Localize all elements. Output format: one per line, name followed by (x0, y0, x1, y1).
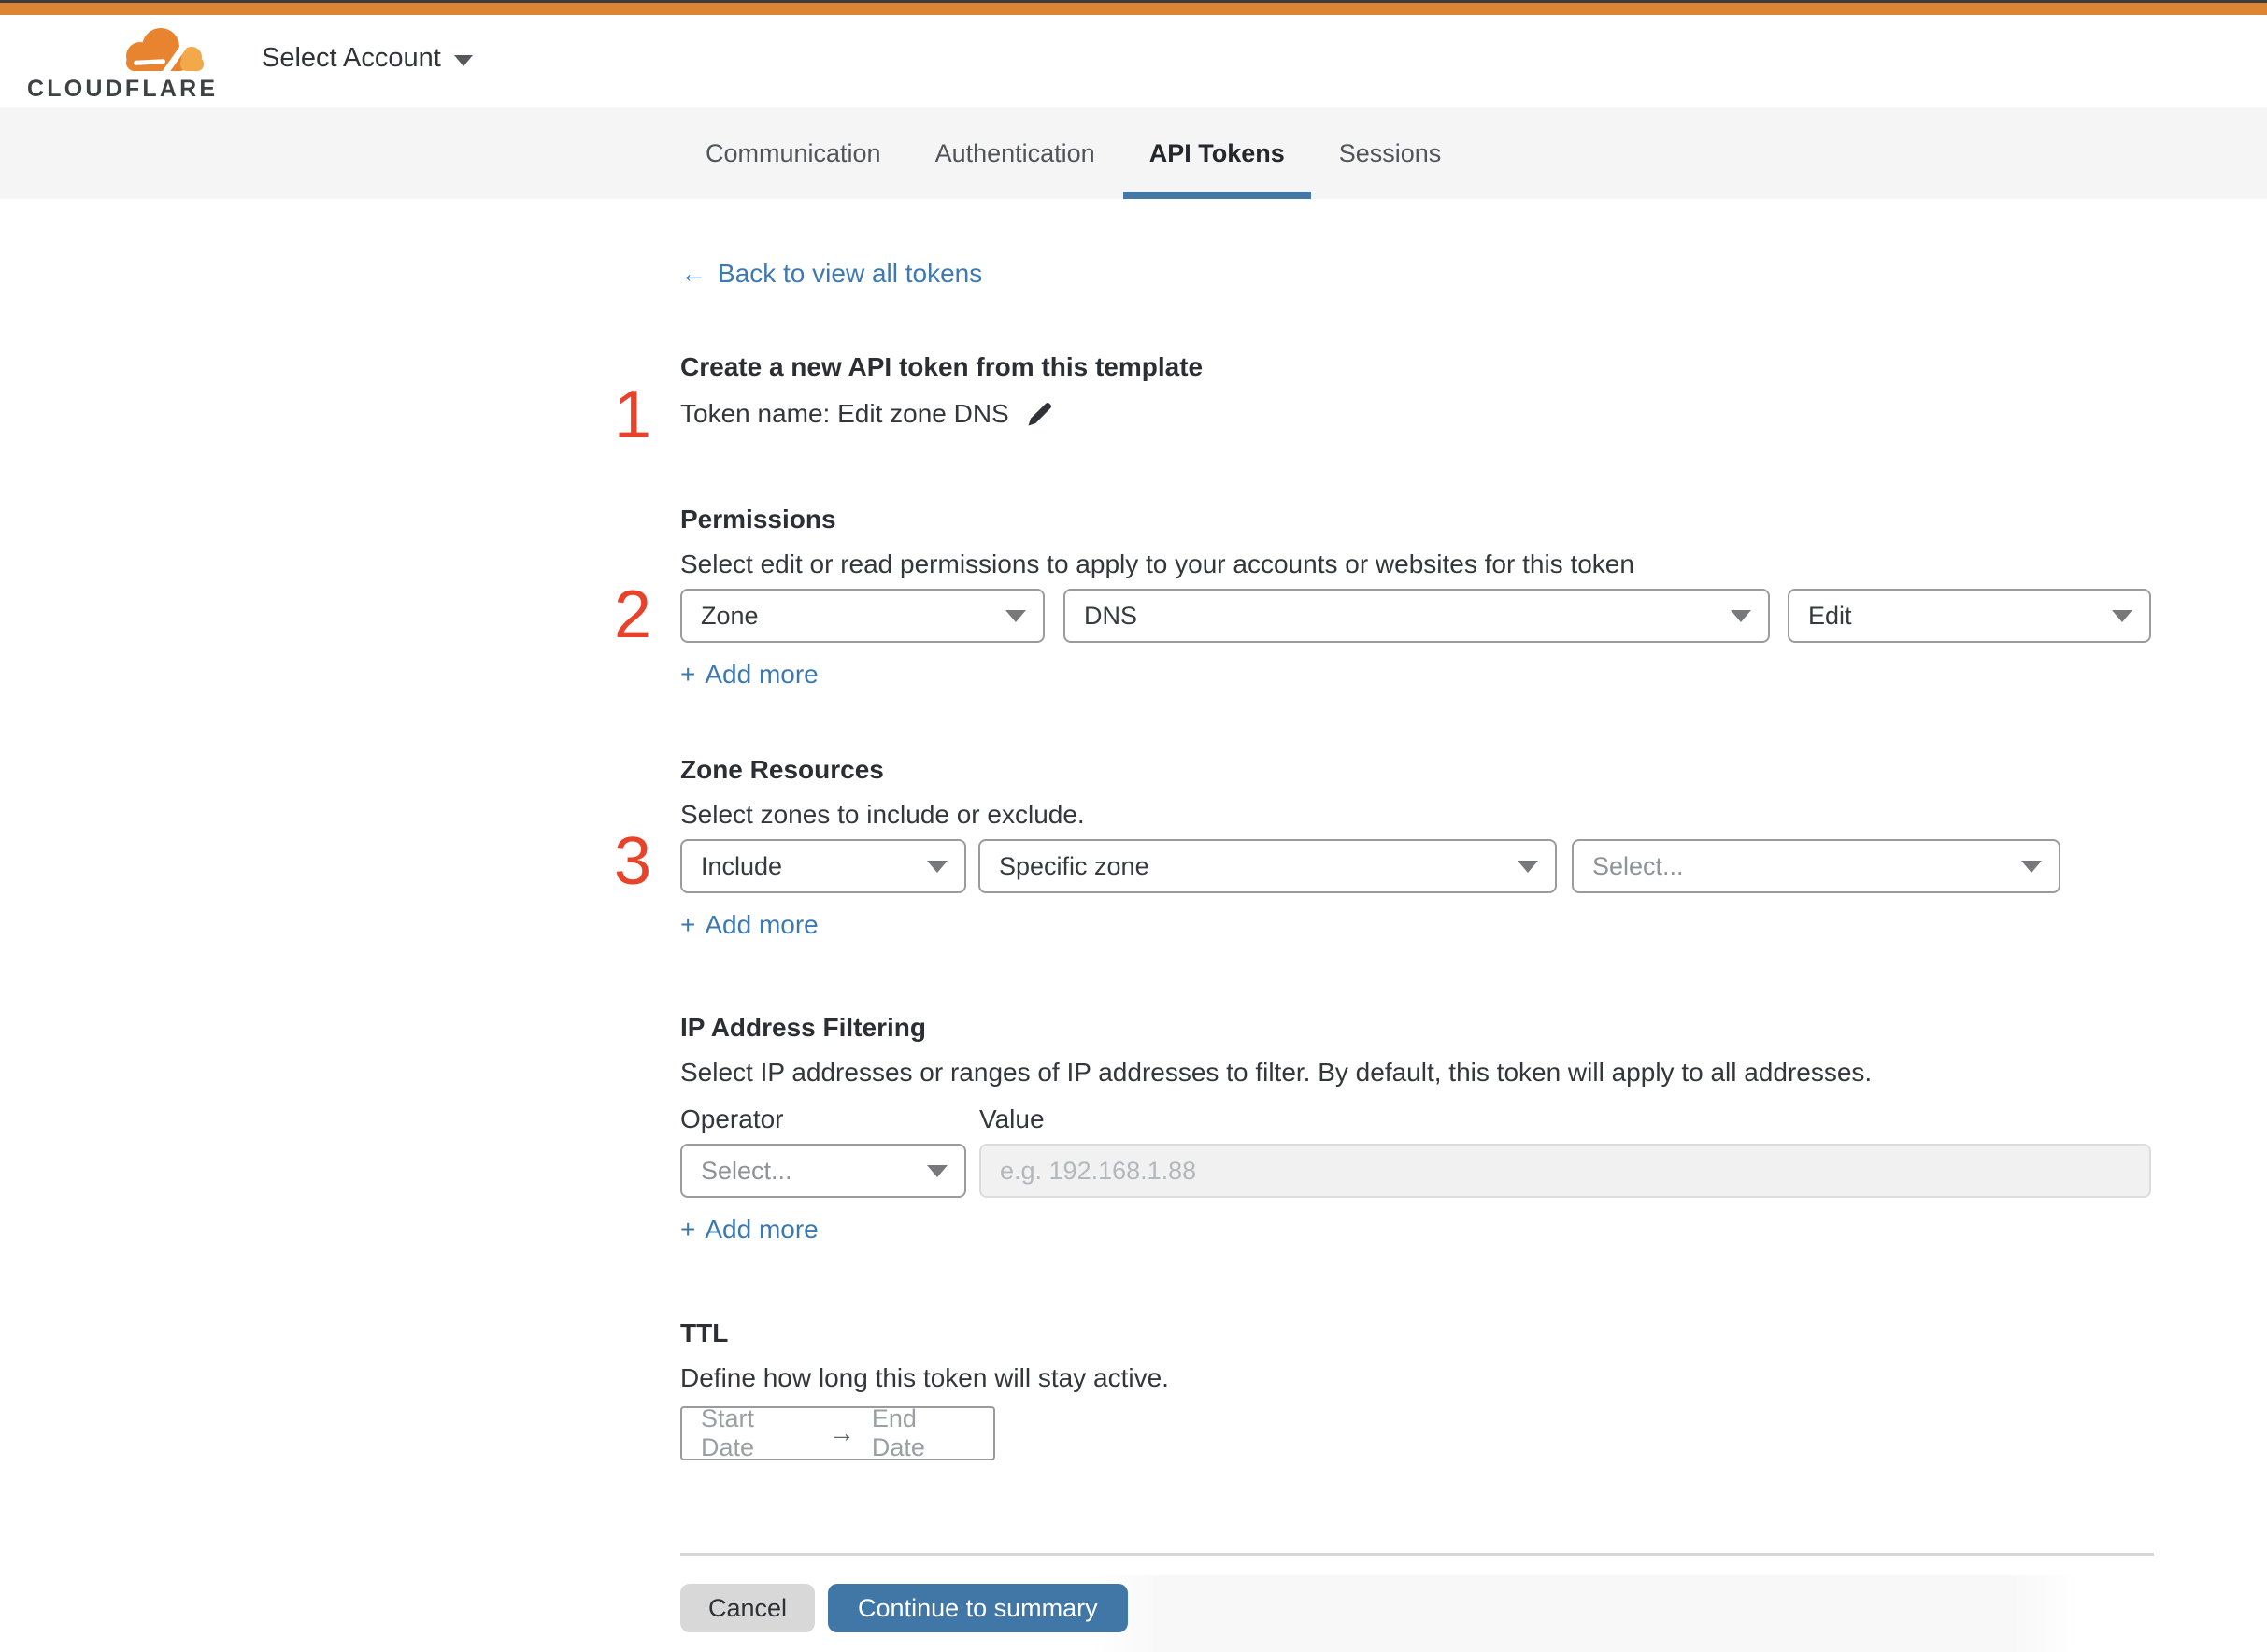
brand-accent-bar (0, 3, 2267, 15)
cloudflare-cloud-icon (126, 28, 204, 73)
zone-include-select[interactable]: Include (680, 839, 966, 893)
chevron-down-icon (927, 860, 948, 873)
tab-bar: Communication Authentication API Tokens … (0, 107, 2267, 199)
section-ip-filtering: IP Address Filtering Select IP addresses… (680, 1011, 2154, 1246)
ttl-description: Define how long this token will stay act… (680, 1363, 1169, 1392)
permission-scope-select[interactable]: Zone (680, 589, 1045, 643)
cloudflare-logo[interactable]: CLOUDFLARE (27, 24, 219, 103)
pencil-icon (1028, 402, 1051, 426)
zone-type-select[interactable]: Specific zone (978, 839, 1557, 893)
value-label: Value (979, 1104, 1045, 1133)
chevron-down-icon (927, 1164, 948, 1177)
permissions-description: Select edit or read permissions to apply… (680, 549, 1634, 578)
header: CLOUDFLARE Select Account (0, 15, 2267, 107)
step-number-3: 3 (613, 824, 651, 899)
zone-resources-row: Include Specific zone Select... (680, 839, 2154, 893)
account-selector[interactable]: Select Account (262, 43, 473, 74)
ip-operator-select[interactable]: Select... (680, 1144, 966, 1198)
ip-filtering-labels: Operator Value (680, 1103, 2154, 1136)
operator-label: Operator (680, 1104, 784, 1133)
token-name-row: Token name: Edit zone DNS (680, 397, 2154, 431)
continue-to-summary-button[interactable]: Continue to summary (828, 1584, 1128, 1632)
main-content: ← Back to view all tokens 1 Create a new… (614, 199, 2154, 1632)
zone-picker-select[interactable]: Select... (1572, 839, 2060, 893)
ip-filtering-row: Select... (680, 1144, 2154, 1198)
chevron-down-icon (453, 54, 473, 66)
tab-communication[interactable]: Communication (679, 107, 907, 199)
ip-filtering-heading: IP Address Filtering (680, 1013, 926, 1042)
permissions-add-more-link[interactable]: + Add more (680, 658, 819, 691)
permission-group-select[interactable]: DNS (1063, 589, 1770, 643)
start-date-placeholder: Start Date (701, 1404, 755, 1461)
cloudflare-wordmark: CLOUDFLARE (27, 76, 219, 102)
step-number-2: 2 (613, 577, 651, 652)
chevron-down-icon (2112, 609, 2132, 622)
back-link-label: Back to view all tokens (718, 259, 983, 288)
permission-access-select[interactable]: Edit (1788, 589, 2151, 643)
section-ttl: TTL Define how long this token will stay… (680, 1317, 2154, 1461)
section-permissions: 2 Permissions Select edit or read permis… (614, 503, 2154, 691)
end-date-placeholder: End Date (871, 1404, 925, 1461)
ip-value-input[interactable] (979, 1144, 2151, 1198)
footer-actions: Cancel Continue to summary (680, 1584, 2154, 1632)
plus-icon: + (680, 660, 696, 689)
footer-divider (680, 1553, 2154, 1556)
create-token-heading: Create a new API token from this templat… (680, 352, 1204, 381)
right-arrow-icon: → (828, 1418, 855, 1447)
tab-api-tokens[interactable]: API Tokens (1122, 107, 1311, 199)
zone-resources-description: Select zones to include or exclude. (680, 800, 1085, 829)
zone-resources-add-more-link[interactable]: + Add more (680, 908, 819, 942)
chevron-down-icon (1731, 609, 1751, 622)
cancel-button[interactable]: Cancel (680, 1584, 816, 1632)
section-token-name: 1 Create a new API token from this templ… (614, 350, 2154, 449)
chevron-down-icon (1518, 860, 1538, 873)
ip-filtering-add-more-link[interactable]: + Add more (680, 1213, 819, 1246)
zone-resources-heading: Zone Resources (680, 755, 884, 784)
ip-filtering-description: Select IP addresses or ranges of IP addr… (680, 1058, 1873, 1087)
permissions-heading: Permissions (680, 505, 836, 534)
permissions-row: Zone DNS Edit (680, 589, 2154, 643)
ttl-heading: TTL (680, 1318, 729, 1347)
ttl-date-range-picker[interactable]: Start Date → End Date (680, 1404, 995, 1461)
tabs: Communication Authentication API Tokens … (679, 107, 2267, 199)
page: CLOUDFLARE Select Account Communication … (0, 0, 2267, 1652)
back-to-tokens-link[interactable]: ← Back to view all tokens (680, 257, 982, 291)
step-number-1: 1 (613, 377, 651, 452)
account-selector-label: Select Account (262, 43, 441, 73)
tab-authentication[interactable]: Authentication (909, 107, 1121, 199)
chevron-down-icon (1005, 609, 1026, 622)
plus-icon: + (680, 910, 696, 939)
plus-icon: + (680, 1215, 696, 1244)
section-zone-resources: 3 Zone Resources Select zones to include… (614, 753, 2154, 942)
edit-token-name-button[interactable] (1026, 400, 1054, 428)
chevron-down-icon (2021, 860, 2042, 873)
tab-sessions[interactable]: Sessions (1313, 107, 1468, 199)
left-arrow-icon: ← (680, 259, 706, 288)
token-name-text: Token name: Edit zone DNS (680, 399, 1009, 428)
